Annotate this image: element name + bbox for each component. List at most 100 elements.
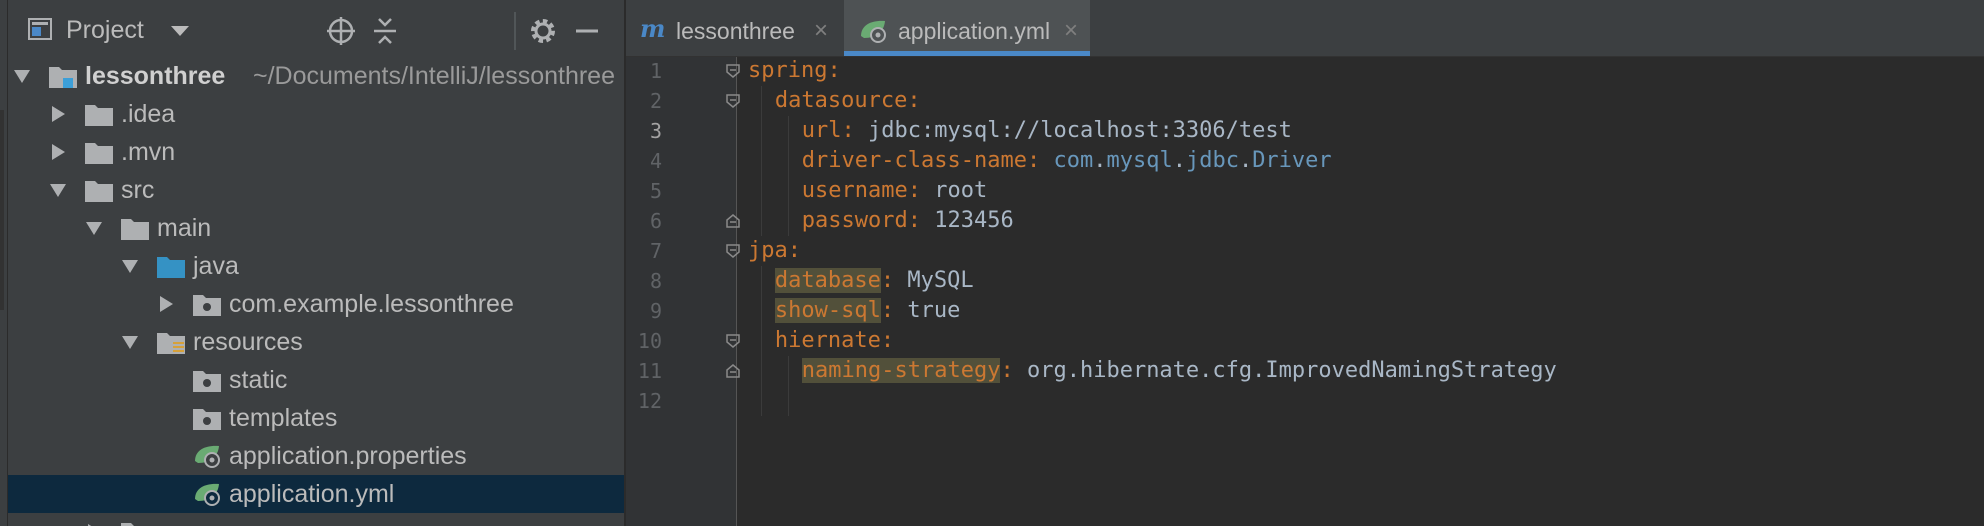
yaml-key: show-sql [774,298,881,323]
expand-arrow-icon[interactable] [160,296,173,312]
fold-marker-icon[interactable] [726,64,740,78]
tree-item-label: .mvn [121,138,176,166]
line-number: 4 [649,149,662,173]
close-icon[interactable]: × [1064,0,1078,62]
strip-marker [0,110,4,310]
yaml-separator: : [880,268,908,293]
code-line[interactable]: url: jdbc:mysql://localhost:3306/test [802,116,1292,146]
project-panel-title[interactable]: Project [66,16,144,45]
tree-item-com-example-lessonthree[interactable]: com.example.lessonthree [8,285,624,323]
folder-icon [85,143,113,164]
tree-item-label: src [121,176,155,204]
expand-arrow-icon[interactable] [52,144,65,160]
project-panel: Project lessonthree ~/Documents/IntelliJ… [8,0,624,526]
yaml-value: 123456 [934,208,1014,233]
tree-item-label: main [157,214,212,242]
tree-item-static[interactable]: static [8,361,624,399]
collapse-all-icon[interactable] [368,14,402,48]
yaml-key: jpa [748,238,788,263]
expand-arrow-icon[interactable] [52,106,65,122]
spring-config-icon [195,483,220,506]
tree-item-application-properties[interactable]: application.properties [8,437,624,475]
header-divider [514,12,516,50]
package-icon [193,371,221,392]
project-view-icon[interactable] [28,18,52,40]
chevron-down-icon[interactable] [171,26,189,36]
yaml-separator: : [880,328,895,353]
tree-item-resources[interactable]: resources [8,323,624,361]
gear-icon[interactable] [526,14,560,48]
tree-item-java[interactable]: java [8,247,624,285]
project-panel-header: Project [8,0,624,62]
module-folder-icon [49,67,77,88]
code-line[interactable]: database: MySQL [774,266,974,296]
minimize-icon[interactable] [570,14,604,48]
line-number: 2 [649,89,662,113]
tree-item-label: .idea [121,100,176,128]
code-line[interactable]: show-sql: true [774,296,960,326]
yaml-separator: : [1000,358,1027,383]
fold-marker-icon[interactable] [726,334,740,348]
indent-guide [761,86,763,236]
yaml-value: com.mysql.jdbc.Driver [1053,148,1332,173]
expand-arrow-icon[interactable] [122,260,138,273]
tree-item-main[interactable]: main [8,209,624,247]
code-line[interactable]: jpa: [748,236,801,266]
tree-item-src[interactable]: src [8,171,624,209]
code-line[interactable]: driver-class-name: com.mysql.jdbc.Driver [802,146,1332,176]
yaml-separator: : [1026,148,1054,173]
line-number: 6 [649,209,662,233]
locate-icon[interactable] [324,14,358,48]
expand-arrow-icon[interactable] [122,336,138,349]
line-number: 11 [637,359,662,383]
yaml-key: driver-class-name [801,148,1027,173]
code-line[interactable]: spring: [748,56,841,86]
tree-item-templates[interactable]: templates [8,399,624,437]
yaml-key: username [801,178,908,203]
code-line[interactable]: username: root [802,176,987,206]
yaml-key: database [774,268,881,293]
yaml-key: url [801,118,842,143]
close-icon[interactable]: × [814,0,828,62]
code-line[interactable]: datasource: [775,86,921,116]
code-line[interactable]: hiernate: [775,326,894,356]
yaml-value: root [934,178,988,203]
folder-icon [85,181,113,202]
fold-marker-icon[interactable] [726,244,740,258]
indent-guide [788,356,790,416]
package-icon [193,409,221,430]
expand-arrow-icon[interactable] [14,70,30,83]
code-line[interactable]: password: 123456 [802,206,1014,236]
yaml-value: jdbc:mysql://localhost:3306/test [868,118,1292,143]
tree-item-application-yml[interactable]: application.yml [8,475,624,513]
spring-config-icon [195,445,220,468]
tab-lessonthree[interactable]: m lessonthree × [626,0,840,56]
tree-item-label: resources [193,328,303,356]
indent-guide [761,266,763,416]
code-line[interactable]: naming-strategy: org.hibernate.cfg.Impro… [801,356,1557,386]
yaml-separator: : [880,298,908,323]
tree-item-label: lessonthree [85,62,226,90]
fold-marker-icon[interactable] [726,364,740,378]
yaml-key: hiernate [774,328,881,353]
tree-item-mvn[interactable]: .mvn [8,133,624,171]
tree-item-label: application.yml [229,480,395,508]
tree-item-lessonthree[interactable]: lessonthree ~/Documents/IntelliJ/lessont… [8,57,624,95]
expand-arrow-icon[interactable] [86,222,102,235]
yaml-key: naming-strategy [801,358,1001,383]
fold-marker-icon[interactable] [726,214,740,228]
tab-application-yml[interactable]: application.yml × [844,0,1090,56]
gutter-separator [736,57,737,526]
editor-tab-bar: m lessonthree × application.yml × [626,0,1984,57]
tree-item-idea[interactable]: .idea [8,95,624,133]
line-number: 3 [649,119,662,143]
tab-label: lessonthree [676,18,795,44]
fold-marker-icon[interactable] [726,94,740,108]
line-number: 7 [649,239,662,263]
expand-arrow-icon[interactable] [50,184,66,197]
tool-window-strip [0,0,8,526]
yaml-value: MySQL [907,268,974,293]
tab-label: application.yml [898,18,1051,44]
tree-item-label: application.properties [229,442,467,470]
yaml-key: password [801,208,908,233]
